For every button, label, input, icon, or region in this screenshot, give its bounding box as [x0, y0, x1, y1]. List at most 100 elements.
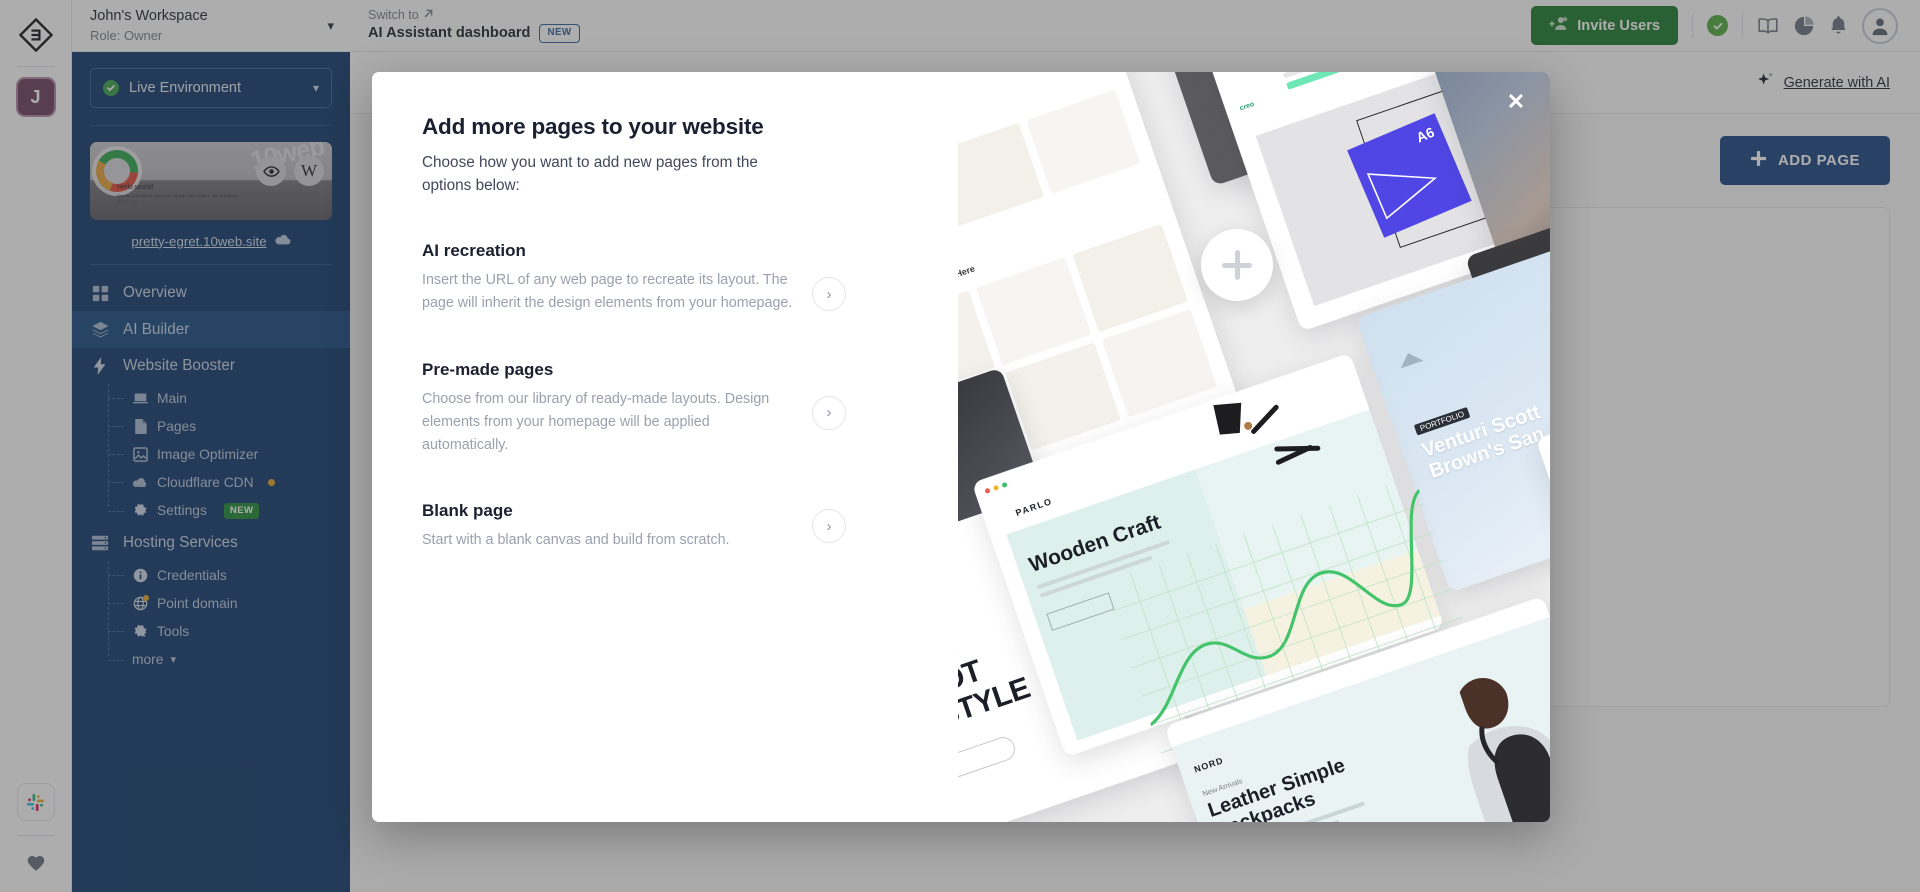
workspace-name: John's Workspace	[90, 7, 208, 24]
workspace-selector[interactable]: John's Workspace Role: Owner ▾	[72, 0, 350, 52]
rail-bottom-group	[16, 783, 55, 892]
add-page-label: ADD PAGE	[1777, 152, 1860, 169]
site-url-row: pretty-egret.10web.site	[90, 232, 332, 250]
option-title: Pre-made pages	[422, 359, 554, 379]
sidebar-item-image-optimizer[interactable]: Image Optimizer	[106, 440, 350, 468]
switch-to-label: Switch to	[368, 8, 419, 23]
image-icon	[132, 446, 148, 462]
thumbnail-paragraph: Welcome to WordPress. This is your first…	[117, 194, 238, 198]
sidebar-item-ai-builder[interactable]: AI Builder	[72, 311, 350, 348]
sparkle-icon	[1756, 71, 1775, 95]
option-title: Blank page	[422, 501, 513, 521]
more-label: more	[132, 652, 164, 667]
check-circle-icon[interactable]	[1707, 15, 1728, 36]
add-page-button[interactable]: ADD PAGE	[1719, 136, 1890, 185]
top-bar-actions: Invite Users	[1531, 6, 1898, 45]
sidebar-item-pages[interactable]: Pages	[106, 412, 350, 440]
invite-users-button[interactable]: Invite Users	[1531, 6, 1678, 45]
avatar[interactable]: J	[15, 77, 56, 117]
plus-icon	[1750, 150, 1767, 171]
chevron-right-icon[interactable]: ›	[812, 509, 846, 544]
info-icon	[132, 568, 148, 583]
sub-item-label: Image Optimizer	[157, 446, 259, 462]
heart-icon[interactable]	[21, 848, 51, 878]
user-avatar-icon[interactable]	[1862, 7, 1898, 44]
plus-icon[interactable]	[1201, 229, 1273, 301]
switch-to-block[interactable]: Switch to AI Assistant dashboard NEW	[368, 8, 580, 43]
option-description: Insert the URL of any web page to recrea…	[422, 272, 793, 312]
slack-icon[interactable]	[16, 783, 55, 821]
chevron-down-icon[interactable]: ▾	[313, 81, 319, 95]
gear-wrench-icon	[132, 624, 148, 639]
app-root: J John's Workspace Role: Owner ▾ Live En…	[0, 0, 1920, 892]
sidebar-item-main[interactable]: Main	[106, 384, 350, 412]
top-bar: Switch to AI Assistant dashboard NEW Inv…	[350, 0, 1920, 52]
option-blank-page[interactable]: Blank page Start with a blank canvas and…	[422, 501, 912, 552]
globe-icon	[132, 594, 149, 611]
close-icon[interactable]: ✕	[1504, 89, 1528, 114]
thumbnail-heading: Hello world!	[117, 184, 154, 191]
sidebar-item-settings[interactable]: Settings NEW	[106, 496, 350, 525]
option-description: Choose from our library of ready-made la…	[422, 390, 770, 453]
sidebar-item-tools[interactable]: Tools	[106, 617, 350, 645]
book-icon[interactable]	[1757, 16, 1779, 35]
rail-divider	[16, 66, 55, 67]
modal-title: Add more pages to your website	[422, 114, 764, 139]
collage-parlo-brand: PARLO	[1014, 496, 1054, 518]
chevron-right-icon[interactable]: ›	[812, 395, 846, 430]
dashboard-row: AI Assistant dashboard NEW	[368, 23, 580, 43]
chevron-right-icon[interactable]: ›	[812, 277, 846, 312]
sub-item-label: Credentials	[157, 567, 227, 583]
generate-with-ai-link[interactable]: Generate with AI	[1756, 71, 1890, 95]
sidebar-item-website-booster[interactable]: Website Booster	[72, 348, 350, 384]
arrow-up-right-icon	[423, 8, 434, 24]
eye-icon[interactable]	[256, 156, 286, 186]
sidebar-divider-2	[90, 264, 332, 265]
thumbnail-text-block: Hello world! Welcome to WordPress. This …	[117, 184, 267, 204]
option-pre-made-pages[interactable]: Pre-made pages Choose from our library o…	[422, 360, 912, 457]
sidebar-item-label: Overview	[123, 284, 187, 301]
sidebar-item-cloudflare-cdn[interactable]: Cloudflare CDN	[106, 468, 350, 496]
thumbnail-date: April 23, 2024	[117, 200, 138, 204]
modal-subtitle: Choose how you want to add new pages fro…	[422, 154, 758, 194]
divider	[1742, 13, 1743, 38]
sub-item-label: Point domain	[157, 595, 238, 611]
invite-users-label: Invite Users	[1577, 17, 1660, 34]
status-dot	[143, 594, 149, 601]
switch-to-row: Switch to	[368, 8, 580, 24]
workspace-info: John's Workspace Role: Owner	[90, 7, 208, 44]
sidebar-item-label: AI Builder	[123, 320, 190, 338]
option-text: Blank page Start with a blank canvas and…	[422, 501, 794, 552]
environment-selector[interactable]: Live Environment ▾	[90, 68, 332, 108]
tenweb-logo-icon[interactable]	[13, 12, 59, 58]
sidebar-more-toggle[interactable]: more ▾	[106, 645, 350, 674]
option-description: Start with a blank canvas and build from…	[422, 532, 730, 549]
bell-icon[interactable]	[1829, 15, 1848, 36]
gear-icon	[132, 503, 148, 518]
document-icon	[132, 418, 148, 434]
pie-chart-icon[interactable]	[1793, 15, 1815, 37]
modal-collage-panel: ✕ Featured Products Purchase Online on H…	[958, 72, 1550, 822]
status-ok-badge	[1707, 15, 1728, 36]
cloud-icon	[275, 232, 291, 250]
chevron-down-icon[interactable]: ▾	[327, 18, 334, 34]
grid-icon	[90, 285, 110, 302]
check-circle-icon	[103, 80, 119, 96]
sidebar-item-overview[interactable]: Overview	[72, 275, 350, 311]
sidebar-item-point-domain[interactable]: Point domain	[106, 589, 350, 617]
sidebar-divider	[90, 125, 332, 126]
site-preview-thumbnail[interactable]: 10web Hello world! Welcome to WordPress.…	[90, 142, 332, 220]
thumbnail-actions: W	[256, 156, 324, 186]
generate-with-ai-label: Generate with AI	[1783, 74, 1890, 91]
sidebar-item-credentials[interactable]: Credentials	[106, 561, 350, 589]
sidebar-item-hosting-services[interactable]: Hosting Services	[72, 525, 350, 561]
sidebar-nav: Overview AI Builder Website Booster Main…	[72, 275, 350, 892]
bolt-icon	[90, 357, 110, 375]
option-text: AI recreation Insert the URL of any web …	[422, 241, 794, 315]
sidebar-item-label: Website Booster	[123, 357, 235, 374]
site-url-link[interactable]: pretty-egret.10web.site	[131, 234, 266, 249]
wordpress-button[interactable]: W	[294, 156, 324, 186]
add-user-icon	[1549, 15, 1568, 36]
option-ai-recreation[interactable]: AI recreation Insert the URL of any web …	[422, 241, 912, 315]
dashboard-title: AI Assistant dashboard	[368, 25, 531, 42]
